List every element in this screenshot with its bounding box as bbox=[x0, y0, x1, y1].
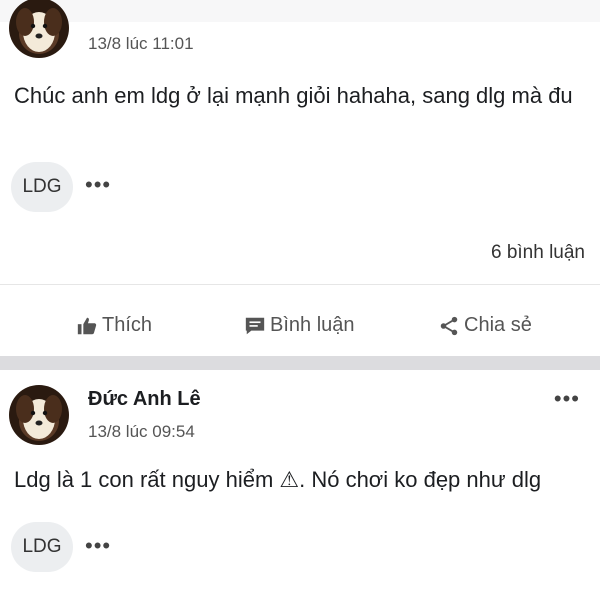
dog-avatar-icon bbox=[16, 8, 62, 52]
comment-button[interactable]: Bình luận bbox=[244, 314, 355, 337]
reaction-chip[interactable]: LDG bbox=[11, 162, 73, 212]
comment-count[interactable]: 6 bình luận bbox=[491, 242, 585, 264]
more-options-icon[interactable]: ••• bbox=[85, 174, 111, 196]
comment-label: Bình luận bbox=[270, 314, 355, 336]
avatar[interactable] bbox=[9, 385, 69, 445]
post-card-1: 13/8 lúc 11:01 Chúc anh em ldg ở lại mạn… bbox=[0, 0, 600, 356]
post-menu-icon[interactable]: ••• bbox=[554, 386, 580, 412]
share-icon bbox=[440, 316, 458, 335]
post-text: Ldg là 1 con rất nguy hiểm ⚠. Nó chơi ko… bbox=[14, 467, 542, 492]
post-text: Chúc anh em ldg ở lại mạnh giỏi hahaha, … bbox=[14, 83, 573, 108]
share-label: Chia sẻ bbox=[464, 314, 532, 336]
divider bbox=[0, 284, 600, 285]
share-button[interactable]: Chia sẻ bbox=[438, 314, 532, 337]
reaction-chip[interactable]: LDG bbox=[11, 522, 73, 572]
more-options-icon[interactable]: ••• bbox=[85, 535, 111, 557]
comment-bubble-icon bbox=[245, 317, 265, 334]
thumbs-up-icon bbox=[77, 317, 97, 334]
action-bar: Thích Bình luận Chia sẻ bbox=[0, 300, 600, 356]
dog-avatar-icon bbox=[16, 395, 62, 439]
avatar[interactable] bbox=[9, 0, 69, 58]
like-button[interactable]: Thích bbox=[76, 314, 152, 337]
post-separator bbox=[0, 356, 600, 370]
like-label: Thích bbox=[102, 314, 153, 336]
post-timestamp[interactable]: 13/8 lúc 11:01 bbox=[88, 34, 194, 54]
post-timestamp[interactable]: 13/8 lúc 09:54 bbox=[88, 422, 195, 442]
post-card-2: Đức Anh Lê 13/8 lúc 09:54 ••• Ldg là 1 c… bbox=[0, 370, 600, 600]
author-name[interactable]: Đức Anh Lê bbox=[88, 388, 201, 411]
feed-page: 13/8 lúc 11:01 Chúc anh em ldg ở lại mạn… bbox=[0, 0, 600, 600]
